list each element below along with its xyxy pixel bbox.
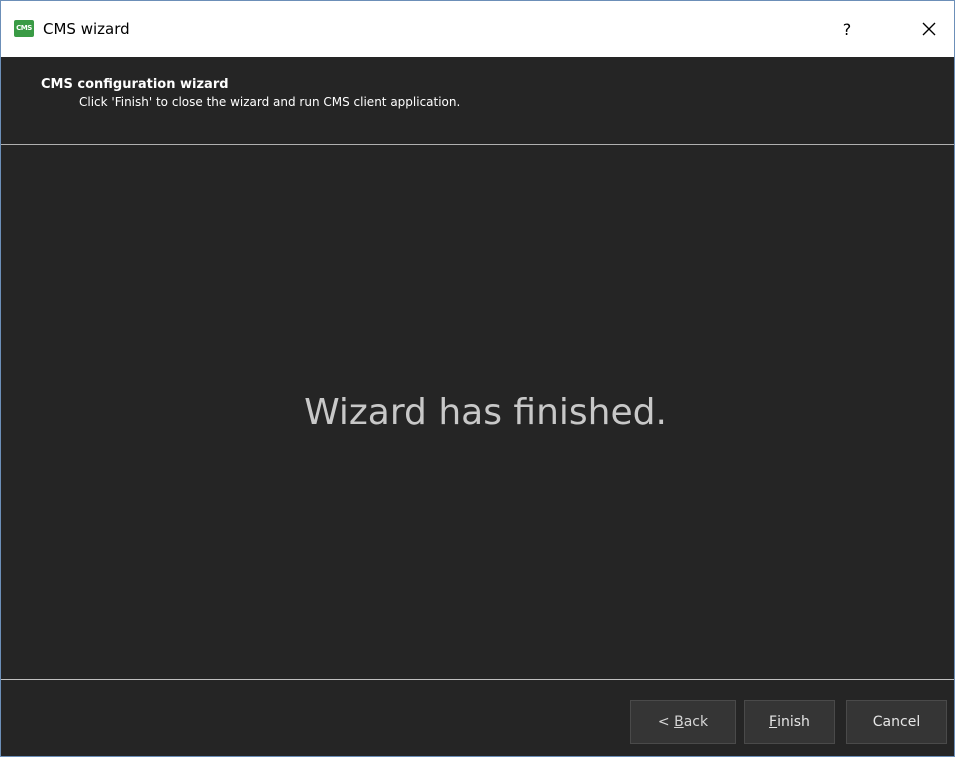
cancel-button[interactable]: Cancel xyxy=(846,700,947,744)
back-button-mnemonic: B xyxy=(674,714,684,730)
wizard-page-title: CMS configuration wizard xyxy=(41,77,229,92)
wizard-window: CMS CMS wizard ? CMS configuration wizar… xyxy=(0,0,955,757)
wizard-content: Wizard has finished. xyxy=(1,145,954,679)
close-button[interactable] xyxy=(907,13,951,45)
finish-button-label-rest: inish xyxy=(777,714,810,730)
close-icon xyxy=(922,22,936,36)
back-button[interactable]: < Back xyxy=(630,700,736,744)
app-icon-text: CMS xyxy=(16,24,32,32)
help-button[interactable]: ? xyxy=(827,13,867,45)
finish-button[interactable]: Finish xyxy=(744,700,835,744)
wizard-footer: < Back Finish Cancel xyxy=(1,680,954,756)
back-button-prefix: < xyxy=(657,714,675,730)
wizard-header: CMS configuration wizard Click 'Finish' … xyxy=(1,57,954,144)
wizard-page-subtitle: Click 'Finish' to close the wizard and r… xyxy=(79,95,461,109)
window-title: CMS wizard xyxy=(43,20,130,38)
cms-app-icon: CMS xyxy=(14,20,34,37)
cancel-button-label: Cancel xyxy=(872,714,921,730)
back-button-label-rest: ack xyxy=(683,714,709,730)
title-bar[interactable]: CMS CMS wizard ? xyxy=(1,1,954,57)
finish-button-mnemonic: F xyxy=(769,714,778,730)
finished-message: Wizard has finished. xyxy=(304,392,667,433)
